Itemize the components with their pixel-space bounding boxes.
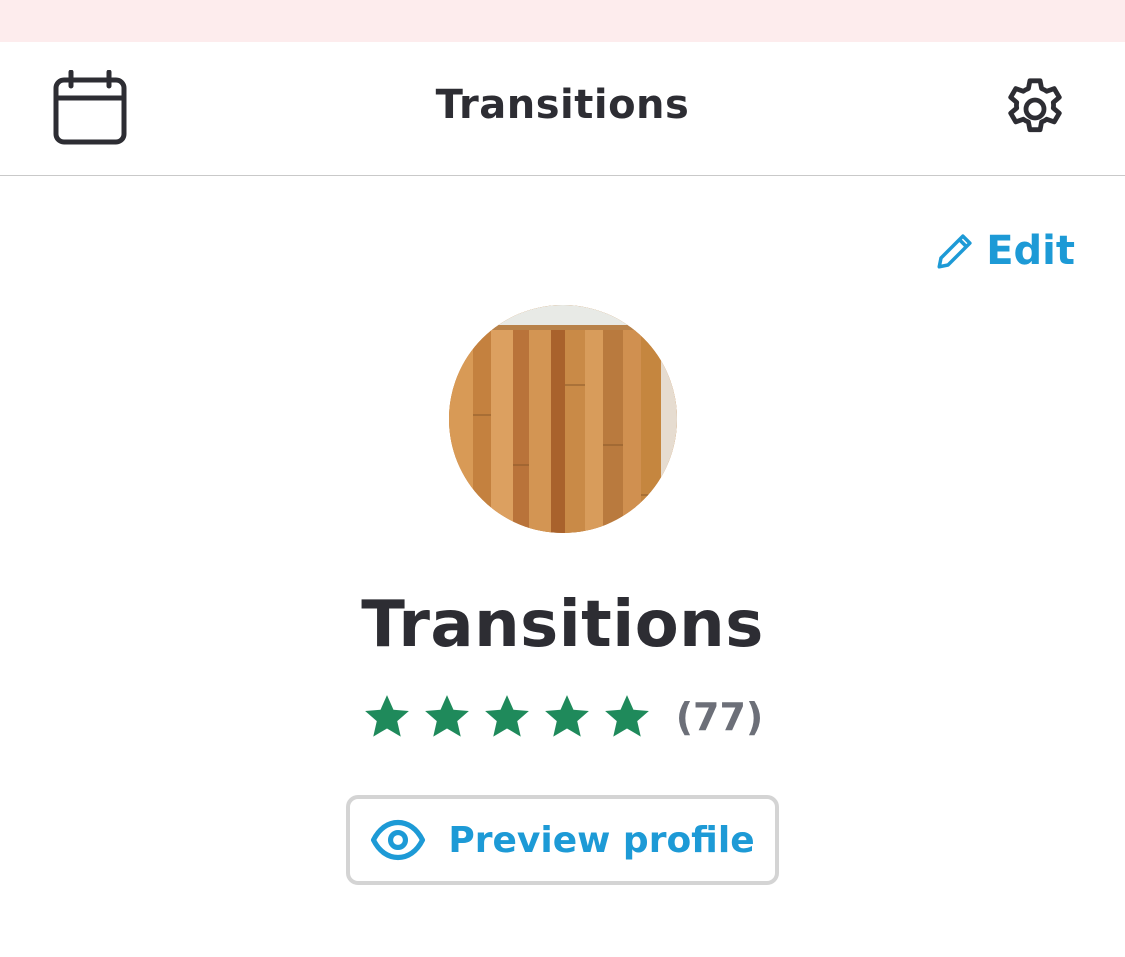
business-name: Transitions (361, 588, 764, 662)
preview-profile-label: Preview profile (448, 819, 755, 861)
edit-profile-button[interactable]: Edit (934, 228, 1075, 274)
gear-icon (1008, 78, 1062, 133)
star-rating (362, 692, 652, 742)
preview-profile-button[interactable]: Preview profile (346, 795, 779, 885)
page-title: Transitions (435, 82, 690, 128)
eye-icon (370, 812, 426, 868)
wood-floor-photo (449, 305, 677, 533)
profile-avatar (449, 305, 677, 533)
star-icon (544, 695, 589, 737)
profile-screen: Transitions Edit Transitions (77) Previe… (0, 0, 1125, 957)
rating-row: (77) (0, 692, 1125, 742)
star-icon (364, 695, 409, 737)
edit-label: Edit (986, 228, 1075, 274)
settings-button[interactable] (995, 69, 1075, 149)
star-icon (604, 695, 649, 737)
review-count[interactable]: (77) (676, 695, 764, 739)
status-bar (0, 0, 1125, 42)
star-icon (424, 695, 469, 737)
star-icon (484, 695, 529, 737)
pencil-icon (934, 230, 976, 272)
top-nav-bar: Transitions (0, 42, 1125, 176)
